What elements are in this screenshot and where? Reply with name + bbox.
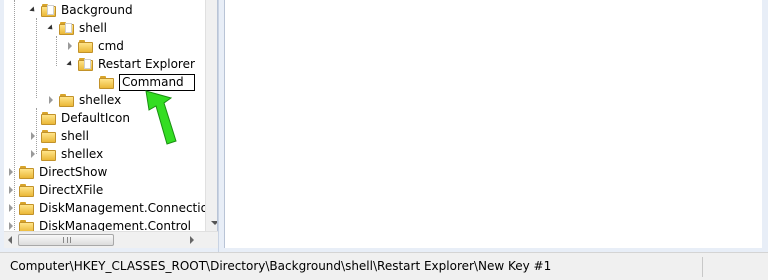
status-bar: Computer\HKEY_CLASSES_ROOT\Directory\Bac…	[0, 252, 768, 280]
status-divider	[702, 257, 703, 277]
status-path-text: Computer\HKEY_CLASSES_ROOT\Directory\Bac…	[10, 259, 552, 273]
annotation-arrow-icon	[145, 90, 177, 145]
